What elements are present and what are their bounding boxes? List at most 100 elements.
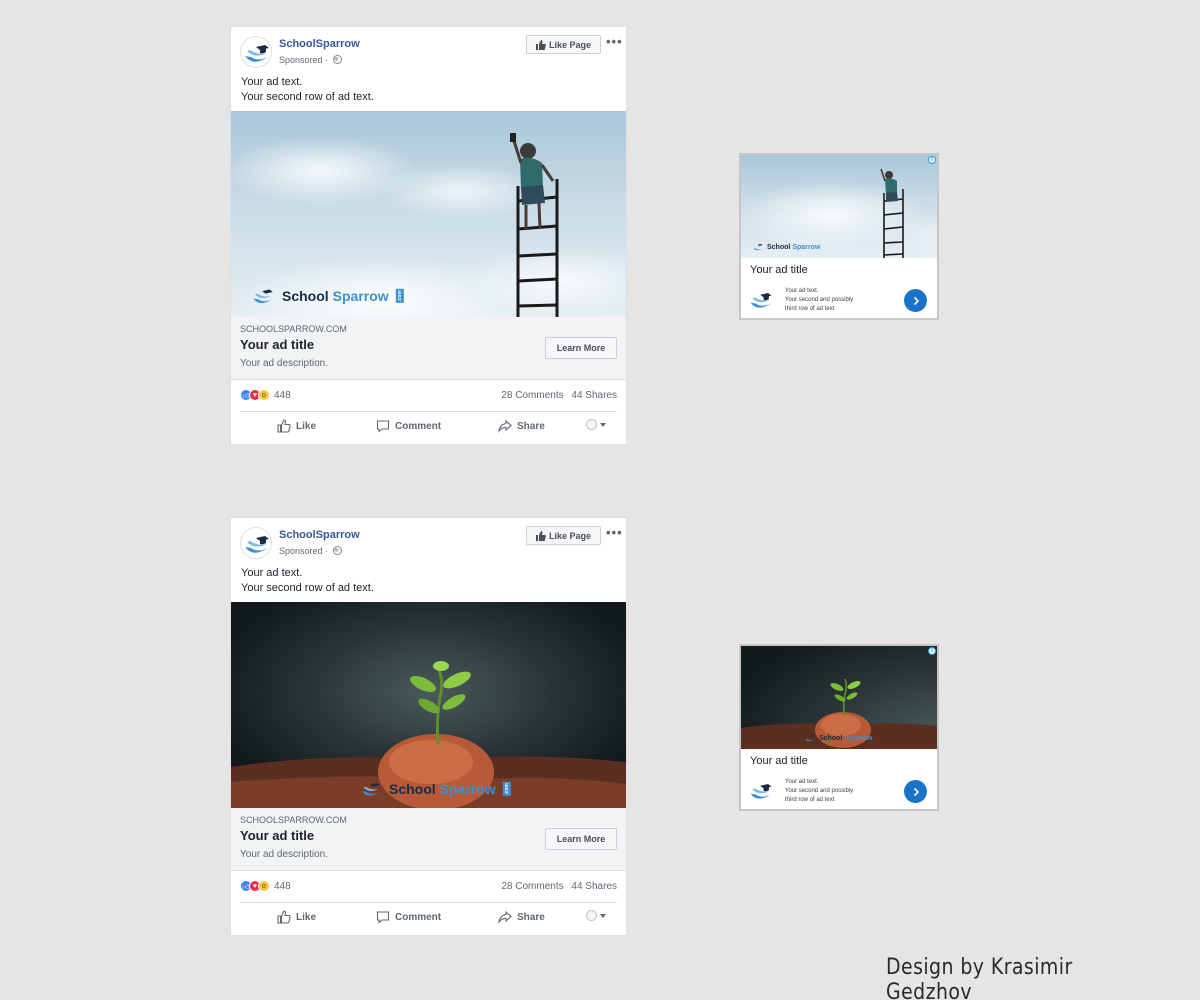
logo-word-school: School bbox=[282, 288, 329, 304]
wow-reaction-icon: o bbox=[258, 880, 270, 892]
logo-word-sparrow: Sparrow bbox=[332, 288, 389, 304]
display-ad-text-line: Your second and possibly bbox=[785, 788, 854, 794]
image-brand-logo: School Sparrow bbox=[751, 241, 820, 253]
post-stats: 👍︎ ♥ o 448 28 Comments 44 Shares bbox=[240, 878, 617, 903]
audience-selector[interactable] bbox=[586, 910, 606, 921]
display-ad-text: Your ad text. Your second and possibly t… bbox=[785, 778, 895, 805]
like-page-label: Like Page bbox=[548, 530, 592, 541]
logo-com: .com bbox=[395, 289, 404, 303]
page-name-link[interactable]: SchoolSparrow bbox=[279, 529, 360, 541]
sponsored-label: Sponsored · bbox=[279, 55, 342, 65]
comments-count-link[interactable]: 28 Comments bbox=[501, 881, 563, 892]
ad-text: Your ad text. Your second row of ad text… bbox=[241, 75, 374, 105]
link-title[interactable]: Your ad title bbox=[240, 828, 314, 843]
post-actions: Like Comment Share bbox=[231, 415, 626, 441]
sparrow-logo-icon bbox=[753, 244, 763, 251]
reaction-count: 448 bbox=[274, 880, 291, 892]
logo-word-sparrow: Sparrow bbox=[792, 243, 821, 251]
page-avatar[interactable] bbox=[240, 527, 272, 559]
display-ad-text-line: Your second and possibly bbox=[785, 297, 854, 303]
ad-text: Your ad text. Your second row of ad text… bbox=[241, 566, 374, 596]
share-label: Share bbox=[517, 420, 545, 432]
ad-choices-info-icon[interactable]: i bbox=[928, 156, 936, 164]
comments-count-link[interactable]: 28 Comments bbox=[501, 390, 563, 401]
ad-text-line: Your second row of ad text. bbox=[241, 91, 374, 103]
post-actions: Like Comment Share bbox=[231, 906, 626, 932]
share-icon bbox=[498, 419, 512, 433]
sparrow-logo-icon bbox=[750, 784, 772, 799]
more-options-icon[interactable]: ••• bbox=[606, 525, 623, 540]
more-options-icon[interactable]: ••• bbox=[606, 34, 623, 49]
comment-icon bbox=[376, 911, 390, 924]
logo-word-school: School bbox=[819, 734, 843, 742]
link-domain: SCHOOLSPARROW.COM bbox=[240, 324, 347, 334]
learn-more-button[interactable]: Learn More bbox=[545, 828, 617, 850]
shares-count-link[interactable]: 44 Shares bbox=[571, 390, 617, 401]
display-ad-image[interactable]: School Sparrow bbox=[741, 155, 937, 258]
sponsored-text: Sponsored · bbox=[279, 55, 329, 65]
comment-label: Comment bbox=[395, 420, 442, 432]
ad-image[interactable]: School Sparrow .com bbox=[231, 111, 626, 317]
share-label: Share bbox=[517, 911, 545, 923]
ad-choices-info-icon[interactable]: i bbox=[928, 647, 936, 655]
display-ad-title[interactable]: Your ad title bbox=[750, 264, 808, 276]
sparrow-logo-icon bbox=[750, 293, 772, 308]
avatar-placeholder-icon bbox=[586, 910, 597, 921]
display-ad[interactable]: School Sparrow i Your ad title Your ad te… bbox=[739, 153, 939, 320]
page-avatar[interactable] bbox=[240, 36, 272, 68]
logo-com: .com bbox=[502, 782, 511, 796]
like-page-button[interactable]: Like Page bbox=[526, 35, 601, 54]
share-button[interactable]: Share bbox=[498, 419, 545, 433]
link-title[interactable]: Your ad title bbox=[240, 337, 314, 352]
like-button[interactable]: Like bbox=[277, 910, 316, 924]
sparrow-logo-icon bbox=[362, 783, 380, 796]
globe-icon bbox=[332, 546, 342, 555]
chevron-down-icon bbox=[600, 913, 606, 918]
thumbs-up-icon bbox=[535, 530, 546, 541]
open-arrow-button[interactable] bbox=[904, 780, 927, 803]
designer-credit: Design by Krasimir Gedzhov bbox=[886, 955, 1073, 1000]
shares-count-link[interactable]: 44 Shares bbox=[571, 881, 617, 892]
page-name-link[interactable]: SchoolSparrow bbox=[279, 38, 360, 50]
reaction-summary[interactable]: 👍︎ ♥ o 448 bbox=[240, 880, 291, 892]
link-preview[interactable]: SCHOOLSPARROW.COM Your ad title Your ad … bbox=[231, 808, 626, 871]
globe-icon bbox=[332, 55, 342, 64]
reaction-summary[interactable]: 👍︎ ♥ o 448 bbox=[240, 389, 291, 401]
learn-more-button[interactable]: Learn More bbox=[545, 337, 617, 359]
comment-button[interactable]: Comment bbox=[376, 910, 441, 924]
post-stats: 👍︎ ♥ o 448 28 Comments 44 Shares bbox=[240, 387, 617, 412]
like-label: Like bbox=[296, 911, 317, 923]
display-ad-text-line: Your ad text. bbox=[785, 779, 819, 785]
display-ad-logo bbox=[744, 286, 778, 314]
avatar-placeholder-icon bbox=[586, 419, 597, 430]
chevron-right-icon bbox=[913, 296, 919, 305]
link-description: Your ad description. bbox=[240, 358, 329, 369]
share-button[interactable]: Share bbox=[498, 910, 545, 924]
display-ad[interactable]: School Sparrow i Your ad title Your ad te… bbox=[739, 644, 939, 811]
chevron-down-icon bbox=[600, 422, 606, 427]
image-brand-logo: School Sparrow bbox=[803, 732, 872, 744]
thumbs-up-icon bbox=[535, 39, 546, 50]
reaction-count: 448 bbox=[274, 389, 291, 401]
facebook-ad-card: SchoolSparrow Sponsored · Like Page ••• … bbox=[231, 27, 626, 444]
display-ad-text-line: third row of ad text bbox=[785, 306, 835, 312]
thumbs-up-icon bbox=[277, 419, 291, 433]
image-brand-logo: School Sparrow .com bbox=[357, 777, 513, 801]
link-description: Your ad description. bbox=[240, 849, 329, 860]
facebook-ad-card: SchoolSparrow Sponsored · Like Page ••• … bbox=[231, 518, 626, 935]
ad-text-line: Your second row of ad text. bbox=[241, 582, 374, 594]
comment-button[interactable]: Comment bbox=[376, 419, 441, 433]
audience-selector[interactable] bbox=[586, 419, 606, 430]
link-preview[interactable]: SCHOOLSPARROW.COM Your ad title Your ad … bbox=[231, 317, 626, 380]
comment-label: Comment bbox=[395, 911, 442, 923]
like-page-button[interactable]: Like Page bbox=[526, 526, 601, 545]
display-ad-text-line: third row of ad text bbox=[785, 797, 835, 803]
ad-image[interactable]: School Sparrow .com bbox=[231, 602, 626, 808]
display-ad-image[interactable]: School Sparrow bbox=[741, 646, 937, 749]
like-button[interactable]: Like bbox=[277, 419, 316, 433]
post-header: SchoolSparrow Sponsored · Like Page ••• bbox=[231, 27, 626, 71]
comment-icon bbox=[376, 420, 390, 433]
like-label: Like bbox=[296, 420, 317, 432]
open-arrow-button[interactable] bbox=[904, 289, 927, 312]
display-ad-title[interactable]: Your ad title bbox=[750, 755, 808, 767]
